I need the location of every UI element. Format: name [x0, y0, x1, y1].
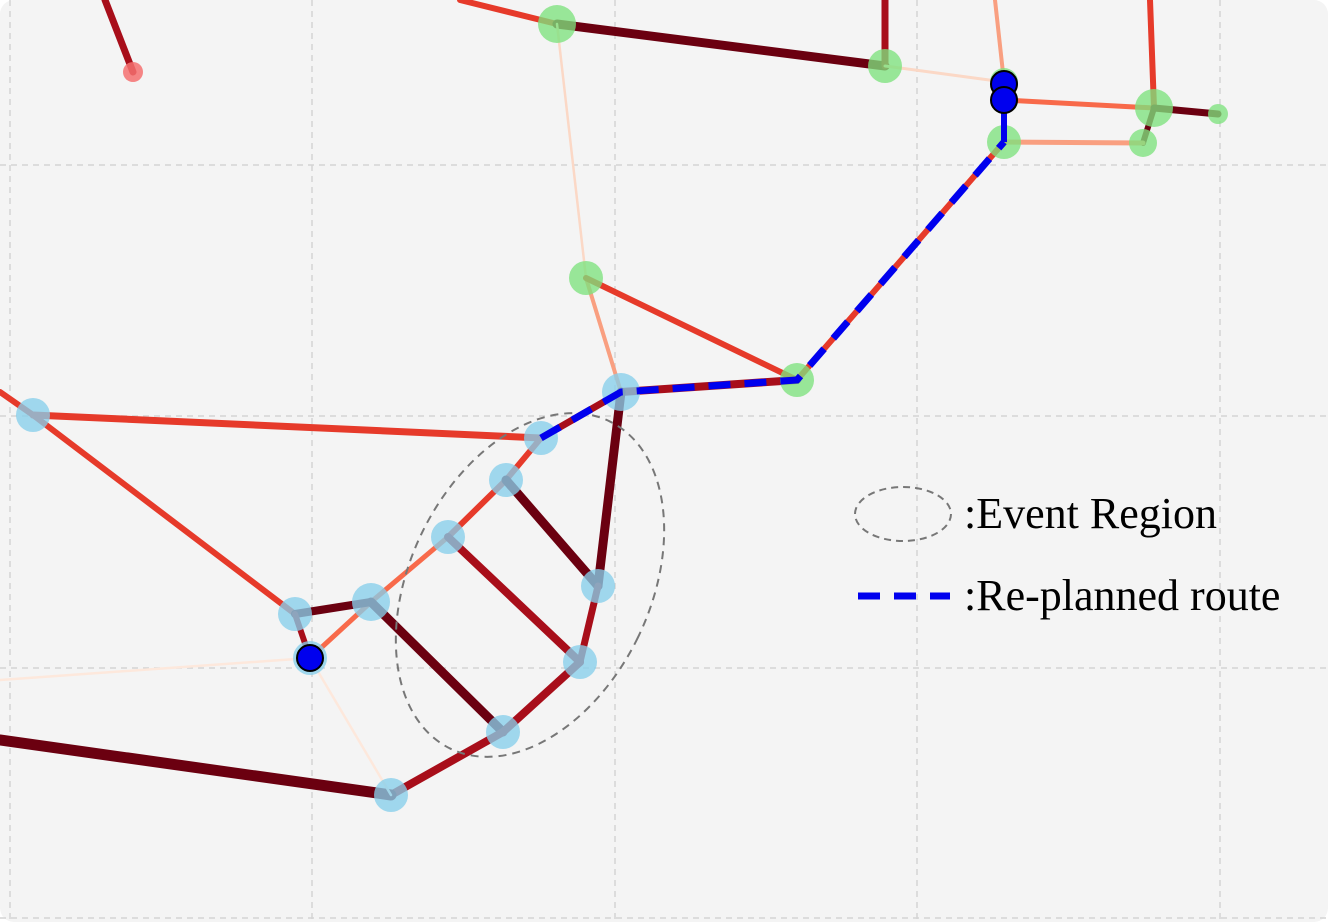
blue-node [374, 778, 408, 812]
blue-node [278, 597, 312, 631]
route-end-node [990, 86, 1018, 114]
route-start-node [296, 644, 324, 672]
green-node [569, 261, 603, 295]
map-background [0, 0, 1328, 922]
map-view: :Event Region :Re-planned route [0, 0, 1328, 922]
blue-node [352, 583, 390, 621]
network-map: :Event Region :Re-planned route [0, 0, 1328, 922]
red-node [123, 62, 143, 82]
blue-node [581, 569, 615, 603]
green-node [1135, 89, 1173, 127]
blue-node [431, 520, 465, 554]
green-node [1129, 129, 1157, 157]
green-node [538, 5, 576, 43]
blue-node [489, 463, 523, 497]
blue-node [486, 715, 520, 749]
network-edge [1001, 139, 1146, 146]
legend-event-region-label: :Event Region [964, 489, 1217, 538]
green-node [1208, 104, 1228, 124]
legend-route-label: :Re-planned route [964, 571, 1280, 620]
blue-node [16, 398, 50, 432]
green-node [868, 49, 902, 83]
blue-node [563, 645, 597, 679]
